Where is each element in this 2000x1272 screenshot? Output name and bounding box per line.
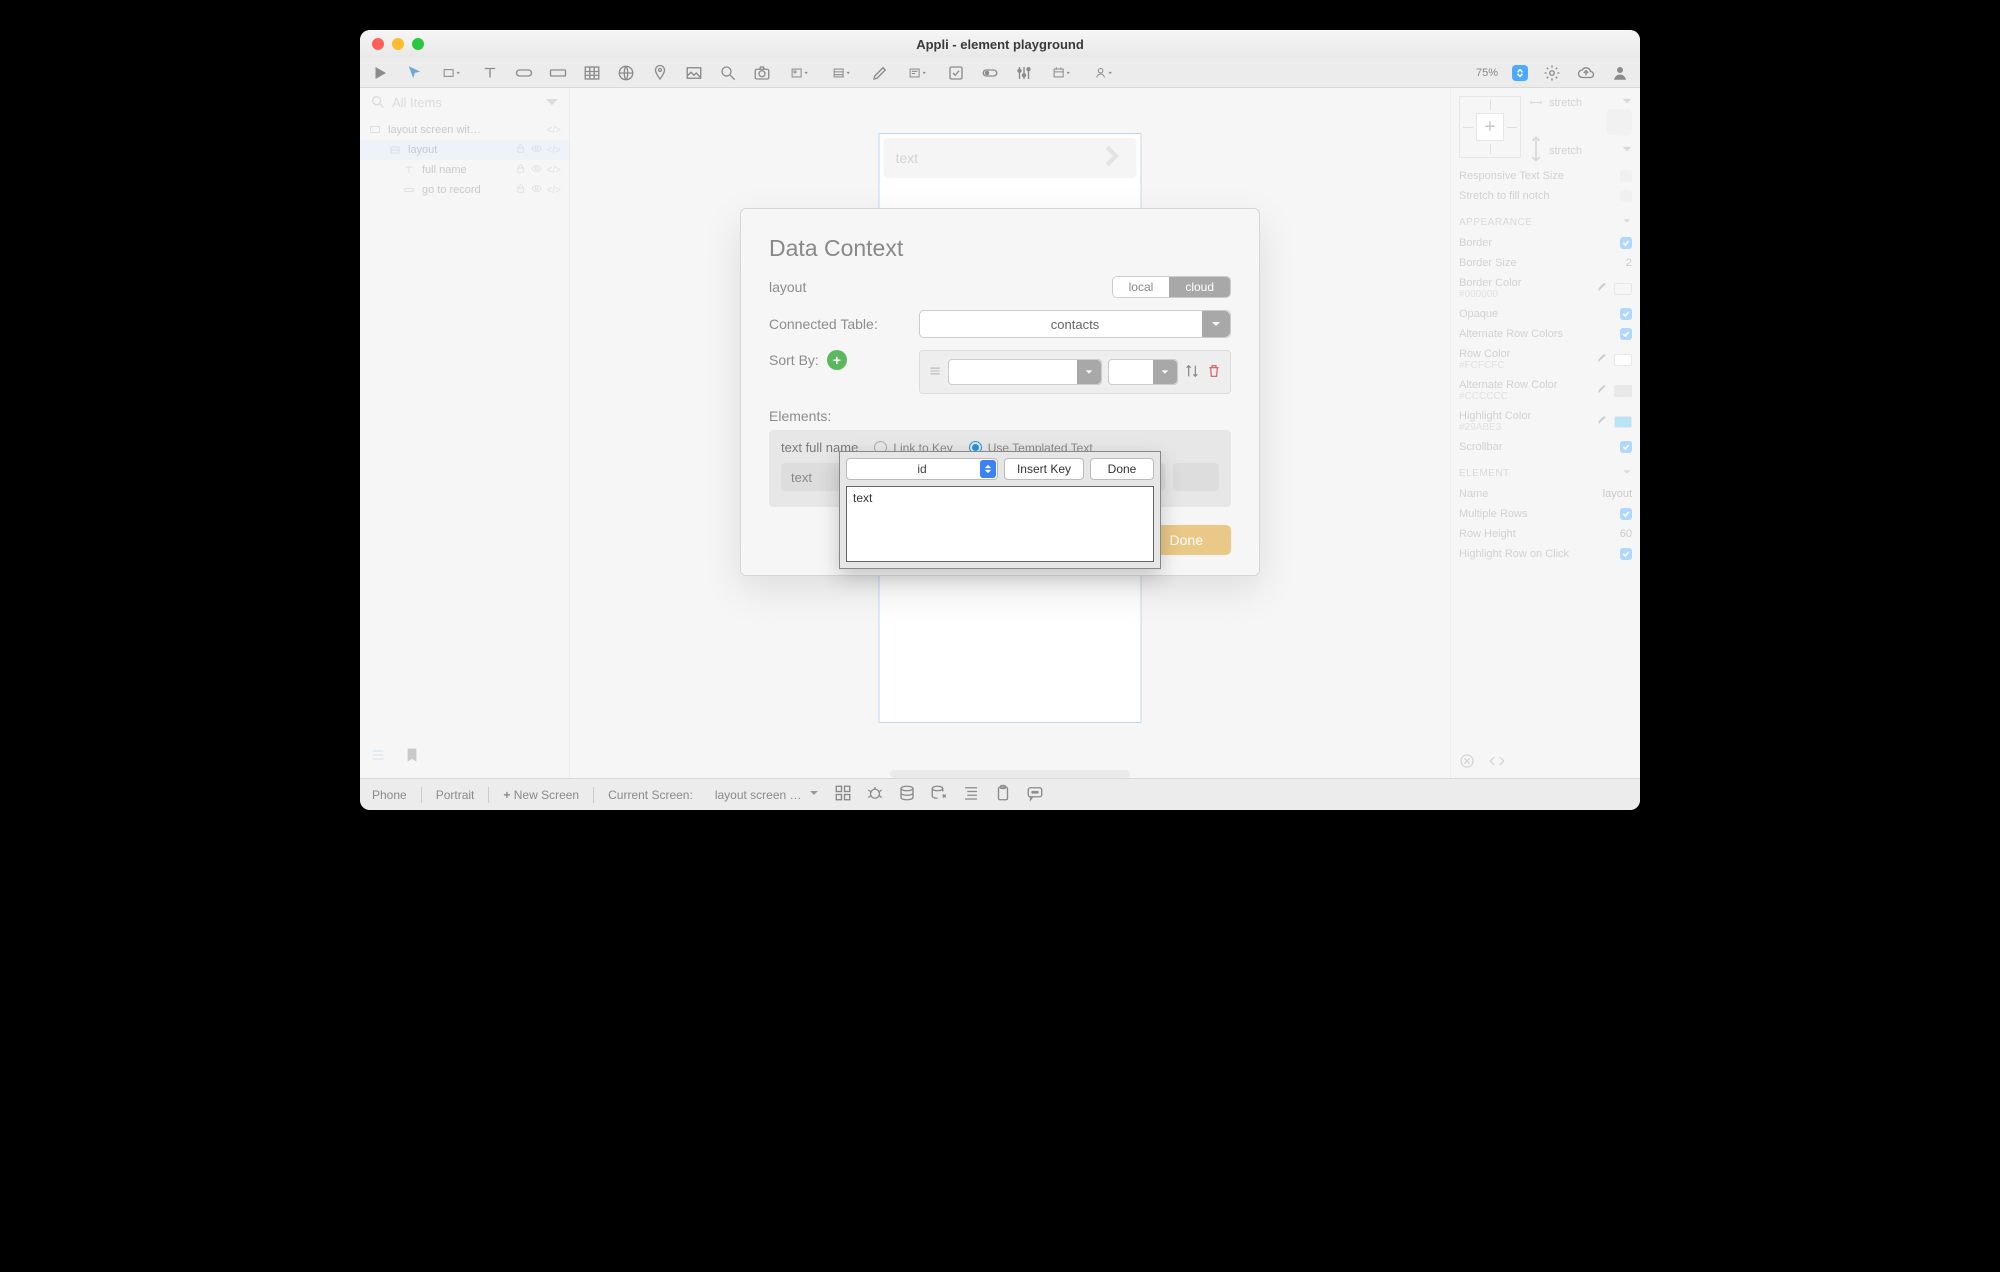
current-screen-select[interactable]: layout screen … — [715, 787, 820, 802]
scope-segment: local cloud — [1112, 276, 1231, 298]
settings-icon[interactable] — [1542, 63, 1562, 83]
chevron-down-icon — [1077, 360, 1101, 384]
app-window: Appli - element playground 75% — [360, 30, 1640, 810]
search-tool-icon[interactable] — [718, 63, 738, 83]
input-tool-icon[interactable] — [548, 63, 568, 83]
delete-sort-button[interactable] — [1206, 363, 1222, 382]
bug-icon[interactable] — [866, 784, 884, 805]
grid-view-icon[interactable] — [834, 784, 852, 805]
checkbox-tool-icon[interactable] — [946, 63, 966, 83]
camera-tool-icon[interactable] — [752, 63, 772, 83]
date-tool-icon[interactable] — [1048, 63, 1076, 83]
list-tool-icon[interactable] — [828, 63, 856, 83]
new-screen-button[interactable]: + New Screen — [503, 788, 579, 802]
footer-bar: Phone Portrait + New Screen Current Scre… — [360, 778, 1640, 810]
slider-tool-icon[interactable] — [1014, 63, 1034, 83]
globe-tool-icon[interactable] — [616, 63, 636, 83]
insert-key-button[interactable]: Insert Key — [1004, 458, 1084, 480]
connected-table-select[interactable]: contacts — [919, 310, 1231, 338]
table-tool-icon[interactable] — [582, 63, 602, 83]
image-tool-icon[interactable] — [684, 63, 704, 83]
edit-tool-icon[interactable] — [870, 63, 890, 83]
outline-icon[interactable] — [962, 784, 980, 805]
element-extra-input[interactable] — [1173, 463, 1219, 491]
gallery-tool-icon[interactable] — [786, 63, 814, 83]
play-icon[interactable] — [370, 63, 390, 83]
stepper-icon — [980, 460, 996, 478]
sort-row — [919, 350, 1231, 394]
text-tool-icon[interactable] — [480, 63, 500, 83]
database-icon[interactable] — [898, 784, 916, 805]
clipboard-icon[interactable] — [994, 784, 1012, 805]
connected-table-label: Connected Table: — [769, 316, 909, 332]
template-text-area[interactable] — [846, 486, 1154, 562]
chevron-down-icon — [1202, 311, 1230, 337]
rect-tool-icon[interactable] — [438, 63, 466, 83]
key-field-select[interactable]: id — [846, 458, 998, 480]
zoom-percent: 75% — [1476, 67, 1498, 79]
sort-direction-select[interactable] — [1108, 359, 1178, 385]
user-tool-icon[interactable] — [1090, 63, 1118, 83]
chevron-down-icon — [1153, 360, 1177, 384]
sort-by-label: Sort By: — [769, 352, 819, 368]
form-tool-icon[interactable] — [904, 63, 932, 83]
sort-order-icon[interactable] — [1184, 363, 1200, 382]
titlebar: Appli - element playground — [360, 30, 1640, 58]
add-sort-button[interactable]: + — [827, 350, 847, 370]
sort-field-select[interactable] — [948, 359, 1102, 385]
elements-label: Elements: — [769, 408, 1231, 424]
toggle-tool-icon[interactable] — [980, 63, 1000, 83]
cloud-icon[interactable] — [1576, 63, 1596, 83]
scope-cloud-option[interactable]: cloud — [1169, 277, 1230, 297]
account-icon[interactable] — [1610, 63, 1630, 83]
database-link-icon[interactable] — [930, 784, 948, 805]
chevron-down-icon — [808, 787, 820, 802]
layout-label: layout — [769, 279, 909, 295]
modal-title: Data Context — [769, 235, 1231, 262]
pin-tool-icon[interactable] — [650, 63, 670, 83]
scope-local-option[interactable]: local — [1113, 277, 1170, 297]
template-key-popover: id Insert Key Done — [839, 451, 1161, 569]
zoom-stepper[interactable] — [1512, 65, 1528, 81]
button-tool-icon[interactable] — [514, 63, 534, 83]
popover-done-button[interactable]: Done — [1090, 458, 1154, 480]
window-title: Appli - element playground — [360, 37, 1640, 52]
cursor-icon[interactable] — [404, 63, 424, 83]
device-selector[interactable]: Phone — [372, 788, 407, 802]
drag-handle-icon[interactable] — [928, 364, 942, 381]
main-toolbar: 75% — [360, 58, 1640, 88]
chat-icon[interactable] — [1026, 784, 1044, 805]
current-screen-label: Current Screen: — [608, 788, 693, 802]
orientation-selector[interactable]: Portrait — [436, 788, 475, 802]
